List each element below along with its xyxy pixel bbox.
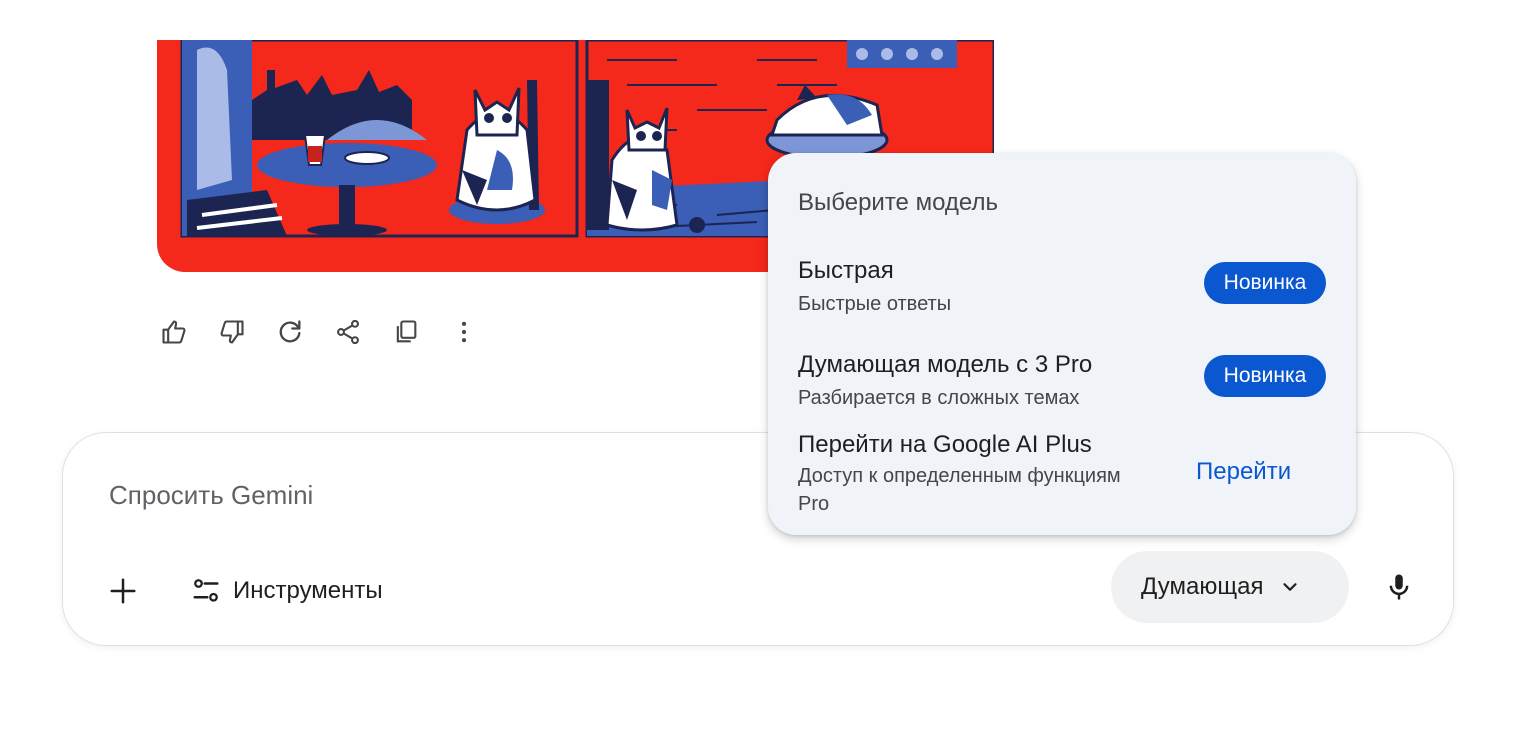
menu-item-desc: Разбирается в сложных темах [798,387,1080,409]
thumbs-down-icon [220,320,244,344]
copy-icon [396,320,417,343]
thumbs-up-button[interactable] [156,314,192,350]
menu-title: Выберите модель [798,189,998,216]
add-attachment-button[interactable] [103,571,143,611]
tools-button[interactable]: Инструменты [191,567,383,615]
left-panel [180,40,579,238]
new-badge: Новинка [1204,355,1326,397]
more-vert-icon [461,321,467,343]
menu-item-desc-line1: Доступ к определенным функциям [798,465,1121,487]
upgrade-link[interactable]: Перейти [1196,458,1291,486]
regenerate-button[interactable] [272,314,308,350]
tools-label: Инструменты [233,577,383,604]
menu-item-thinking-pro[interactable]: Думающая модель с 3 Pro Разбирается в сл… [768,351,1356,411]
chevron-down-icon [1279,576,1301,598]
more-options-button[interactable] [446,314,482,350]
share-icon [337,319,359,345]
menu-item-desc-line2: Pro [798,493,830,515]
microphone-icon [1389,574,1409,600]
menu-item-name: Думающая модель с 3 Pro [798,351,1093,378]
menu-item-fast[interactable]: Быстрая Быстрые ответы Новинка [768,257,1356,317]
thumbs-up-icon [162,320,186,344]
regenerate-icon [279,320,301,343]
share-button[interactable] [330,314,366,350]
menu-item-name: Быстрая [798,257,894,284]
model-menu: Выберите модель Быстрая Быстрые ответы Н… [768,153,1356,535]
plus-icon [110,578,136,604]
thumbs-down-button[interactable] [214,314,250,350]
menu-item-name: Перейти на Google AI Plus [798,431,1092,458]
menu-item-desc: Быстрые ответы [798,293,952,315]
response-actions [156,312,504,352]
copy-button[interactable] [388,314,424,350]
model-selector-button[interactable]: Думающая [1111,551,1349,623]
microphone-button[interactable] [1379,567,1419,607]
tools-icon [193,579,219,602]
model-selector-label: Думающая [1141,573,1264,600]
new-badge: Новинка [1204,262,1326,304]
